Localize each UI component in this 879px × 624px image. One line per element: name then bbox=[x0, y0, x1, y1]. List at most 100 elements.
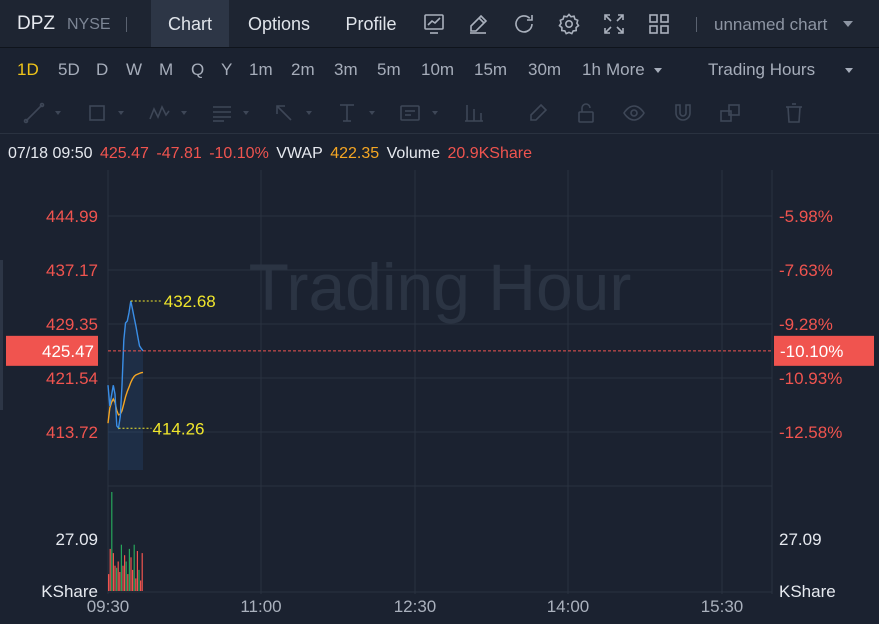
pattern-icon[interactable] bbox=[147, 101, 171, 125]
lock-icon[interactable] bbox=[574, 101, 598, 125]
volume-unit-right: KShare bbox=[779, 582, 836, 601]
text-cursor-icon[interactable] bbox=[335, 101, 359, 125]
volume-bar bbox=[141, 553, 143, 591]
quote-change: -47.81 bbox=[156, 145, 202, 162]
measure-icon[interactable] bbox=[462, 101, 486, 125]
interval-30m[interactable]: 30m bbox=[528, 60, 561, 80]
tab-options[interactable]: Options bbox=[234, 0, 324, 47]
interval-3m[interactable]: 3m bbox=[334, 60, 358, 80]
quote-info-line: 07/18 09:50 425.47 -47.81 -10.10% VWAP 4… bbox=[8, 145, 535, 163]
interval-m[interactable]: M bbox=[159, 60, 173, 80]
refresh-icon[interactable] bbox=[512, 12, 536, 36]
symbol-ticker[interactable]: DPZ bbox=[17, 13, 55, 35]
chart-grid bbox=[0, 170, 773, 594]
volume-bar bbox=[136, 551, 138, 591]
more-intervals-button[interactable]: More bbox=[606, 60, 645, 80]
draw-icon[interactable] bbox=[466, 12, 490, 36]
interval-5d[interactable]: 5D bbox=[58, 60, 80, 80]
x-tick-label: 11:00 bbox=[240, 597, 281, 616]
volume-bar bbox=[119, 572, 121, 591]
price-chart[interactable]: Trading Hour 432.68 414.26 444.99 -5.98% 43… bbox=[0, 170, 879, 624]
divider bbox=[126, 17, 127, 32]
volume-bar bbox=[124, 555, 126, 591]
y-tick-right: -5.98% bbox=[779, 207, 833, 226]
chevron-down-icon[interactable] bbox=[55, 111, 61, 115]
y-tick-right: -10.93% bbox=[779, 369, 842, 388]
volume-bar bbox=[138, 569, 140, 591]
interval-15m[interactable]: 15m bbox=[474, 60, 507, 80]
volume-label: Volume bbox=[386, 145, 440, 162]
chevron-down-icon[interactable] bbox=[843, 21, 853, 27]
y-tick-right: -7.63% bbox=[779, 261, 833, 280]
chart-name-label[interactable]: unnamed chart bbox=[714, 15, 827, 35]
tab-profile[interactable]: Profile bbox=[333, 0, 409, 47]
interval-2m[interactable]: 2m bbox=[291, 60, 315, 80]
settings-icon[interactable] bbox=[557, 12, 581, 36]
y-tick-left: 437.17 bbox=[46, 261, 98, 280]
layout-grid-icon[interactable] bbox=[647, 12, 671, 36]
chevron-down-icon[interactable] bbox=[369, 111, 375, 115]
volume-axis-value-right: 27.09 bbox=[779, 530, 822, 549]
divider bbox=[696, 17, 697, 32]
interval-1d[interactable]: 1D bbox=[17, 60, 39, 80]
interval-1h[interactable]: 1h bbox=[582, 60, 601, 80]
y-tick-right: -9.28% bbox=[779, 315, 833, 334]
trend-line-icon[interactable] bbox=[22, 101, 46, 125]
volume-bar bbox=[130, 557, 132, 591]
volume-bar bbox=[133, 544, 135, 591]
tab-chart[interactable]: Chart bbox=[151, 0, 229, 47]
volume-bar bbox=[116, 567, 118, 591]
indicator-icon[interactable] bbox=[422, 12, 446, 36]
side-accent bbox=[0, 260, 3, 410]
chevron-down-icon[interactable] bbox=[181, 111, 187, 115]
fullscreen-icon[interactable] bbox=[602, 12, 626, 36]
drawing-toolbar bbox=[0, 92, 879, 134]
volume-bar bbox=[125, 561, 127, 591]
x-tick-label: 14:00 bbox=[547, 597, 590, 616]
volume-bar bbox=[127, 574, 129, 591]
vwap-label: VWAP bbox=[276, 145, 323, 162]
chevron-down-icon[interactable] bbox=[654, 68, 662, 73]
quote-change-pct: -10.10% bbox=[209, 145, 269, 162]
pencil-icon[interactable] bbox=[526, 101, 550, 125]
interval-w[interactable]: W bbox=[126, 60, 142, 80]
x-tick-label: 12:30 bbox=[394, 597, 437, 616]
interval-10m[interactable]: 10m bbox=[421, 60, 454, 80]
rectangle-icon[interactable] bbox=[85, 101, 109, 125]
exchange-label: NYSE bbox=[67, 16, 111, 33]
volume-bar bbox=[111, 492, 113, 591]
interval-d[interactable]: D bbox=[96, 60, 108, 80]
volume-bars bbox=[108, 492, 143, 591]
volume-bar bbox=[128, 548, 130, 591]
volume-bar bbox=[120, 544, 122, 591]
fib-icon[interactable] bbox=[210, 101, 234, 125]
chevron-down-icon[interactable] bbox=[306, 111, 312, 115]
eye-icon[interactable] bbox=[622, 101, 646, 125]
chevron-down-icon[interactable] bbox=[243, 111, 249, 115]
volume-bar bbox=[112, 553, 114, 591]
interval-y[interactable]: Y bbox=[221, 60, 232, 80]
interval-1m[interactable]: 1m bbox=[249, 60, 273, 80]
interval-5m[interactable]: 5m bbox=[377, 60, 401, 80]
current-price-label: 425.47 bbox=[42, 342, 94, 361]
trash-icon[interactable] bbox=[782, 101, 806, 125]
current-change-label: -10.10% bbox=[780, 342, 843, 361]
chevron-down-icon[interactable] bbox=[432, 111, 438, 115]
clone-icon[interactable] bbox=[718, 101, 742, 125]
interval-q[interactable]: Q bbox=[191, 60, 204, 80]
chevron-down-icon[interactable] bbox=[118, 111, 124, 115]
volume-axis-value-left: 27.09 bbox=[55, 530, 98, 549]
y-tick-left: 429.35 bbox=[46, 315, 98, 334]
magnet-icon[interactable] bbox=[671, 101, 695, 125]
low-label: 414.26 bbox=[153, 419, 205, 438]
volume-bar bbox=[122, 565, 124, 591]
trading-hours-select[interactable]: Trading Hours bbox=[708, 60, 815, 80]
top-bar: DPZ NYSE Chart Options Profile unnamed c… bbox=[0, 0, 879, 48]
volume-bar bbox=[132, 569, 134, 591]
annotation-icon[interactable] bbox=[398, 101, 422, 125]
price-series: 432.68 414.26 bbox=[107, 292, 216, 470]
arrow-icon[interactable] bbox=[272, 101, 296, 125]
chevron-down-icon[interactable] bbox=[845, 68, 853, 73]
y-tick-left: 421.54 bbox=[46, 369, 98, 388]
vwap-value: 422.35 bbox=[330, 145, 380, 162]
